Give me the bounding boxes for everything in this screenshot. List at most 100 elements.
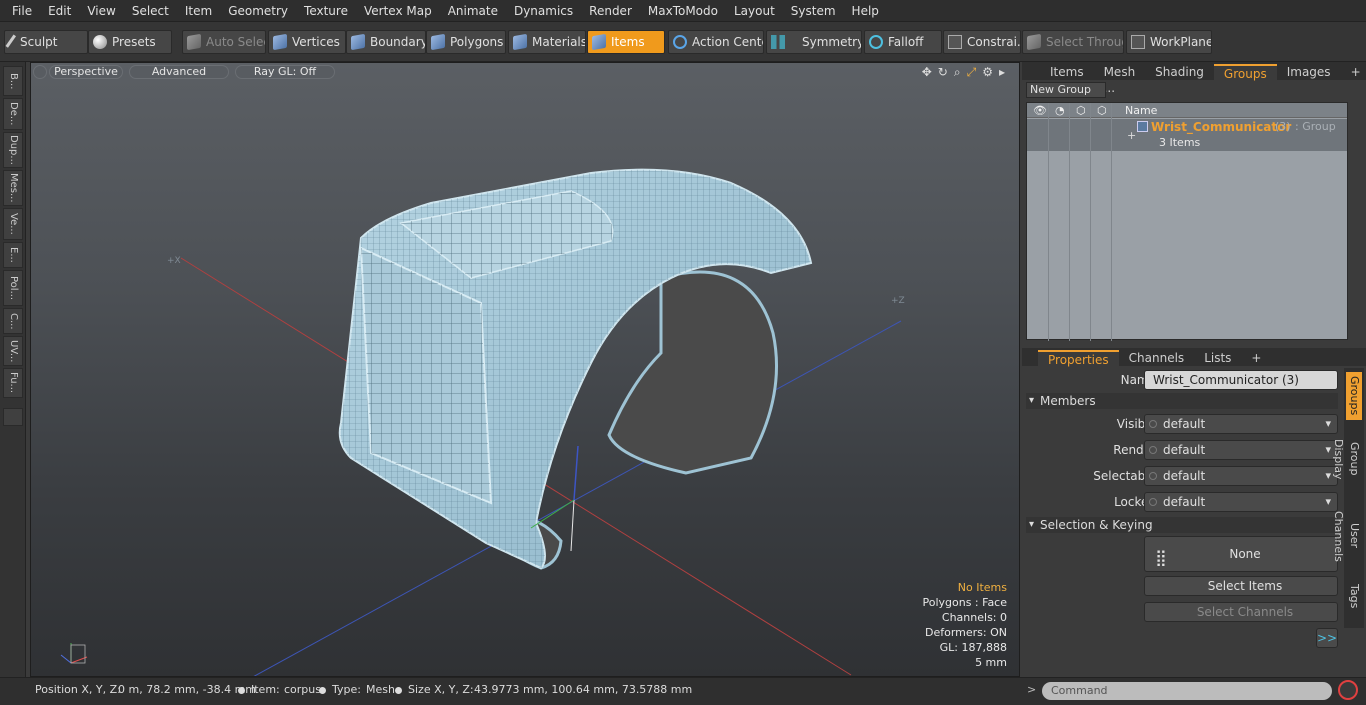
render-dropdown[interactable]: default [1144,440,1338,460]
presets-button[interactable]: Presets [88,30,172,54]
items-button[interactable]: Items [587,30,665,54]
select-through-icon [1027,33,1041,51]
record-icon[interactable] [1338,680,1358,700]
ray-gl-toggle[interactable]: Ray GL: Off [235,65,335,79]
add-property-tab-icon[interactable]: + [1241,350,1271,366]
symmetry-button[interactable]: Symmetry [766,30,862,54]
expand-arrow-icon[interactable]: ▸ [999,65,1005,80]
left-tab-extra[interactable] [3,408,23,426]
action-center-button[interactable]: Action Center [668,30,764,54]
side-tab-groups[interactable]: Groups [1346,372,1362,420]
left-tab-polygon[interactable]: Pol... [3,270,23,306]
deformers-info: Deformers: ON [925,626,1007,639]
left-tab-deform[interactable]: De... [3,98,23,130]
tab-images[interactable]: Images [1277,64,1341,80]
auto-select-button[interactable]: Auto Select [182,30,266,54]
menu-edit[interactable]: Edit [40,4,79,18]
menu-view[interactable]: View [79,4,123,18]
expand-icon[interactable]: + [1127,129,1136,142]
selectable-dropdown[interactable]: default [1144,466,1338,486]
shading-mode-dropdown[interactable]: Advanced [129,65,229,79]
polygons-icon [431,33,445,51]
gear-icon[interactable]: ⚙ [982,65,993,80]
menu-dynamics[interactable]: Dynamics [506,4,581,18]
left-tab-vertex[interactable]: Ve... [3,208,23,240]
tab-items[interactable]: Items [1022,64,1094,80]
menu-render[interactable]: Render [581,4,640,18]
menu-select[interactable]: Select [124,4,177,18]
vertices-icon [273,33,287,51]
select-through-button[interactable]: Select Through [1022,30,1124,54]
menu-animate[interactable]: Animate [440,4,506,18]
left-tab-fusion[interactable]: Fu... [3,368,23,398]
side-tab-tags[interactable]: Tags [1346,578,1362,614]
sculpt-button[interactable]: Sculpt [4,30,88,54]
menu-geometry[interactable]: Geometry [220,4,296,18]
tab-channels[interactable]: Channels [1119,350,1195,366]
selection-keying-section[interactable]: Selection & Keying [1026,517,1338,533]
workplane-button[interactable]: WorkPlane [1126,30,1212,54]
viewport-info-overlay: No Items Polygons : Face Channels: 0 Def… [922,580,1007,670]
menu-system[interactable]: System [783,4,844,18]
svg-text:+X: +X [167,256,181,266]
fit-icon[interactable]: ⤢ [967,65,977,80]
menu-maxtomodo[interactable]: MaxToModo [640,4,726,18]
viewport-menu-dot[interactable] [33,65,47,79]
name-field[interactable]: Wrist_Communicator (3) [1144,370,1338,390]
property-side-tabs: Groups Group Display User Channels Tags [1332,368,1364,628]
menu-texture[interactable]: Texture [296,4,356,18]
visible-dropdown[interactable]: default [1144,414,1338,434]
orientation-gizmo [60,643,88,664]
top-tab-bar: Items Mesh ... Shading Groups Images + [1022,62,1366,95]
falloff-button[interactable]: Falloff [864,30,942,54]
polygons-button[interactable]: Polygons [426,30,506,54]
boundary-button[interactable]: Boundary [346,30,426,54]
left-tab-mesh[interactable]: Mes... [3,170,23,206]
menu-item[interactable]: Item [177,4,220,18]
groups-header: 👁 ◔ ⬡ ⬡ Name [1027,103,1347,118]
left-tab-duplicate[interactable]: Dup... [3,132,23,168]
materials-icon [513,33,527,51]
tab-lists[interactable]: Lists [1194,350,1241,366]
tab-properties[interactable]: Properties [1038,350,1119,367]
select-items-button[interactable]: Select Items [1144,576,1338,596]
tab-groups[interactable]: Groups [1213,64,1277,81]
group-items-count: 3 Items [1159,136,1201,149]
view-mode-dropdown[interactable]: Perspective [49,65,123,79]
none-button[interactable]: ⣿ None [1144,536,1338,572]
vertices-button[interactable]: Vertices1 [268,30,346,54]
new-group-button[interactable]: New Group [1026,82,1106,98]
group-type: : Group [1295,120,1336,133]
zoom-icon[interactable]: ⌕ [954,65,961,80]
gizmo-down-axis [570,499,575,552]
left-tab-uv[interactable]: UV... [3,336,23,366]
pan-icon[interactable]: ✥ [922,65,932,80]
menu-layout[interactable]: Layout [726,4,783,18]
group-row[interactable]: + Wrist_Communicator (3) : Group 3 Items [1027,119,1347,151]
side-tab-user-channels[interactable]: User Channels [1332,498,1362,574]
menu-vertex-map[interactable]: Vertex Map [356,4,440,18]
rotate-icon[interactable]: ↻ [938,65,948,80]
side-tab-group-display[interactable]: Group Display [1332,424,1362,494]
more-button[interactable]: >> [1316,628,1338,648]
tab-shading[interactable]: Shading [1145,64,1214,80]
3d-viewport[interactable]: +X +Z Perspective Advanced Ray GL: Off ✥… [30,62,1020,677]
size-value: 43.9773 mm, 100.64 mm, 73.5788 mm [474,683,693,696]
left-tab-edge[interactable]: E... [3,242,23,268]
constraints-button[interactable]: Constrai... [943,30,1021,54]
select-channels-button[interactable]: Select Channels [1144,602,1338,622]
gl-info: GL: 187,888 [939,641,1007,654]
locked-dropdown[interactable]: default [1144,492,1338,512]
menu-help[interactable]: Help [844,4,887,18]
item-label: Item: [251,683,280,696]
properties-tab-bar: Properties Channels Lists + [1022,348,1366,367]
add-tab-icon[interactable]: + [1341,64,1366,80]
materials-button[interactable]: Materials [508,30,586,54]
members-section[interactable]: Members [1026,393,1338,409]
left-tab-curve[interactable]: C... [3,308,23,334]
tab-mesh[interactable]: Mesh ... [1094,64,1146,95]
menu-file[interactable]: File [4,4,40,18]
groups-table: 👁 ◔ ⬡ ⬡ Name + Wrist_Communicator (3) : … [1026,102,1348,341]
left-tab-basic[interactable]: B... [3,66,23,96]
command-input[interactable]: Command [1042,682,1332,700]
